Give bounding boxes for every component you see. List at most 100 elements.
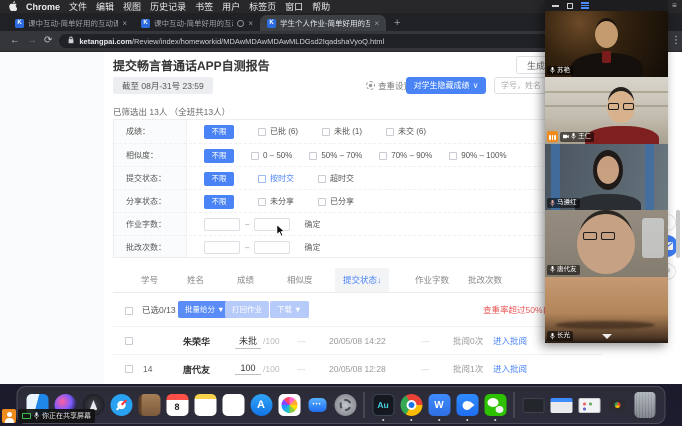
checkbox[interactable] [322, 128, 330, 136]
dock-appstore[interactable]: A [249, 388, 274, 422]
table-row[interactable]: 朱荣华 未批/100 --- 20/05/08 14:22 --- 批阅0次 进… [113, 326, 602, 355]
menu-bookmarks[interactable]: 书签 [195, 0, 213, 13]
video-tile-3[interactable]: 马遵红 [545, 144, 668, 210]
restore-window-icon[interactable] [567, 3, 573, 9]
option-unreviewed[interactable]: 未批 (1) [322, 126, 362, 137]
review-count-max-input[interactable] [254, 241, 290, 254]
col-word-count[interactable]: 作业字数 [415, 268, 449, 292]
col-similarity[interactable]: 相似度 [287, 268, 313, 292]
cell-score[interactable]: 100/100 [235, 355, 280, 383]
dock-minimized-window-wps[interactable] [549, 388, 574, 422]
menu-window[interactable]: 窗口 [285, 0, 303, 13]
row-checkbox[interactable] [125, 365, 133, 373]
option-unsubmitted[interactable]: 未交 (6) [386, 126, 426, 137]
col-submit-status-sorted[interactable]: 提交状态↓ [335, 268, 389, 292]
tab-2[interactable]: K 课中互动-简单好用的互动课 × [134, 15, 260, 31]
dock-trash[interactable] [633, 388, 658, 422]
col-review-count[interactable]: 批改次数 [468, 268, 502, 292]
dock-safari[interactable] [109, 388, 134, 422]
enter-review-link[interactable]: 进入批阅 [493, 355, 527, 383]
checkbox[interactable] [309, 152, 317, 160]
tab-1[interactable]: K 课中互动-简单好用的互动课堂 × [8, 15, 134, 31]
dock-contacts[interactable] [137, 388, 162, 422]
option-not-shared[interactable]: 未分享 [258, 196, 294, 207]
menu-file[interactable]: 文件 [69, 0, 87, 13]
checkbox[interactable] [449, 152, 457, 160]
word-count-max-input[interactable] [254, 218, 290, 231]
dock-tencent-meeting[interactable] [455, 388, 480, 422]
checkbox[interactable] [258, 175, 266, 183]
dock-minimized-window-chrome[interactable] [605, 388, 630, 422]
option-sim-0-50[interactable]: 0 – 50% [251, 151, 292, 160]
menu-lines-icon[interactable] [581, 2, 589, 9]
menubar-extra-icon[interactable]: ≡ [672, 1, 677, 10]
dock-messages[interactable]: ••• [305, 388, 330, 422]
video-tile-2-speaking[interactable]: 王仁 [545, 77, 668, 143]
dock-wps[interactable]: W [427, 388, 452, 422]
col-name[interactable]: 姓名 [187, 268, 204, 292]
page-scrollbar[interactable] [676, 210, 680, 258]
checkbox[interactable] [318, 198, 326, 206]
dock-calendar[interactable]: 8 [165, 388, 190, 422]
word-count-confirm-button[interactable]: 确定 [304, 219, 320, 230]
option-sim-90-100[interactable]: 90% – 100% [449, 151, 506, 160]
option-reviewed[interactable]: 已批 (6) [258, 126, 298, 137]
hide-score-button[interactable]: 对学生隐藏成绩∨ [406, 77, 486, 94]
dock-minimized-window-files[interactable] [577, 388, 602, 422]
back-button[interactable]: ← [10, 36, 20, 46]
dock-notes[interactable] [193, 388, 218, 422]
dock-minimized-window-audition[interactable] [521, 388, 546, 422]
tab-1-close-icon[interactable]: × [122, 19, 127, 28]
checkbox[interactable] [258, 128, 266, 136]
menu-edit[interactable]: 编辑 [96, 0, 114, 13]
option-sim-70-90[interactable]: 70% – 90% [379, 151, 432, 160]
enter-review-link[interactable]: 进入批阅 [493, 327, 527, 355]
forward-button[interactable]: → [27, 36, 37, 46]
checkbox[interactable] [379, 152, 387, 160]
scroll-more-icon[interactable] [602, 334, 612, 339]
download-button[interactable]: 下载 ▼ [270, 301, 309, 318]
dock-photos[interactable] [277, 388, 302, 422]
option-shared[interactable]: 已分享 [318, 196, 354, 207]
new-tab-button[interactable]: + [394, 17, 400, 29]
menu-history[interactable]: 历史记录 [150, 0, 186, 13]
chrome-menu-icon[interactable]: ⋮ [671, 35, 681, 46]
col-score[interactable]: 成绩 [237, 268, 254, 292]
unlimited-button[interactable]: 不限 [204, 172, 234, 186]
select-all-checkbox[interactable] [125, 307, 133, 315]
dock-audition[interactable]: Au [371, 388, 396, 422]
checkbox[interactable] [318, 175, 326, 183]
video-tile-1[interactable]: 苏艳 [545, 11, 668, 77]
minimize-icon[interactable] [552, 5, 559, 7]
row-checkbox[interactable] [125, 337, 133, 345]
checkbox[interactable] [258, 198, 266, 206]
checkbox[interactable] [251, 152, 259, 160]
review-count-min-input[interactable] [204, 241, 240, 254]
reload-button[interactable]: ⟳ [44, 36, 52, 46]
unlimited-button[interactable]: 不限 [204, 149, 234, 163]
option-on-time[interactable]: 按时交 [258, 173, 294, 184]
review-count-confirm-button[interactable]: 确定 [304, 242, 320, 253]
menu-view[interactable]: 视图 [123, 0, 141, 13]
cell-score[interactable]: 未批/100 [235, 327, 280, 355]
return-homework-button[interactable]: 打回作业 [225, 301, 269, 318]
video-tile-5[interactable]: 长光 [545, 277, 668, 343]
option-sim-50-70[interactable]: 50% – 70% [309, 151, 362, 160]
unlimited-button[interactable]: 不限 [204, 125, 234, 139]
share-status-chip[interactable]: 你正在共享屏幕 [18, 409, 95, 423]
dock-reminders[interactable] [221, 388, 246, 422]
bulk-grade-button[interactable]: 批量给分 ▼ [178, 301, 232, 318]
dock-wechat[interactable] [483, 388, 508, 422]
tab-3-active[interactable]: K 学生个人作业-简单好用的互动 × [260, 15, 386, 31]
tab-2-close-icon[interactable]: × [248, 19, 253, 28]
word-count-min-input[interactable] [204, 218, 240, 231]
menubar-app-name[interactable]: Chrome [26, 2, 60, 12]
option-overtime[interactable]: 超时交 [318, 173, 354, 184]
checkbox[interactable] [386, 128, 394, 136]
unlimited-button[interactable]: 不限 [204, 195, 234, 209]
menu-help[interactable]: 帮助 [312, 0, 330, 13]
dock-system-preferences[interactable] [333, 388, 358, 422]
col-student-id[interactable]: 学号 [141, 268, 158, 292]
menu-tabs[interactable]: 标签页 [249, 0, 276, 13]
table-row[interactable]: 14 唐代友 100/100 --- 20/05/08 12:28 --- 批阅… [113, 354, 602, 383]
